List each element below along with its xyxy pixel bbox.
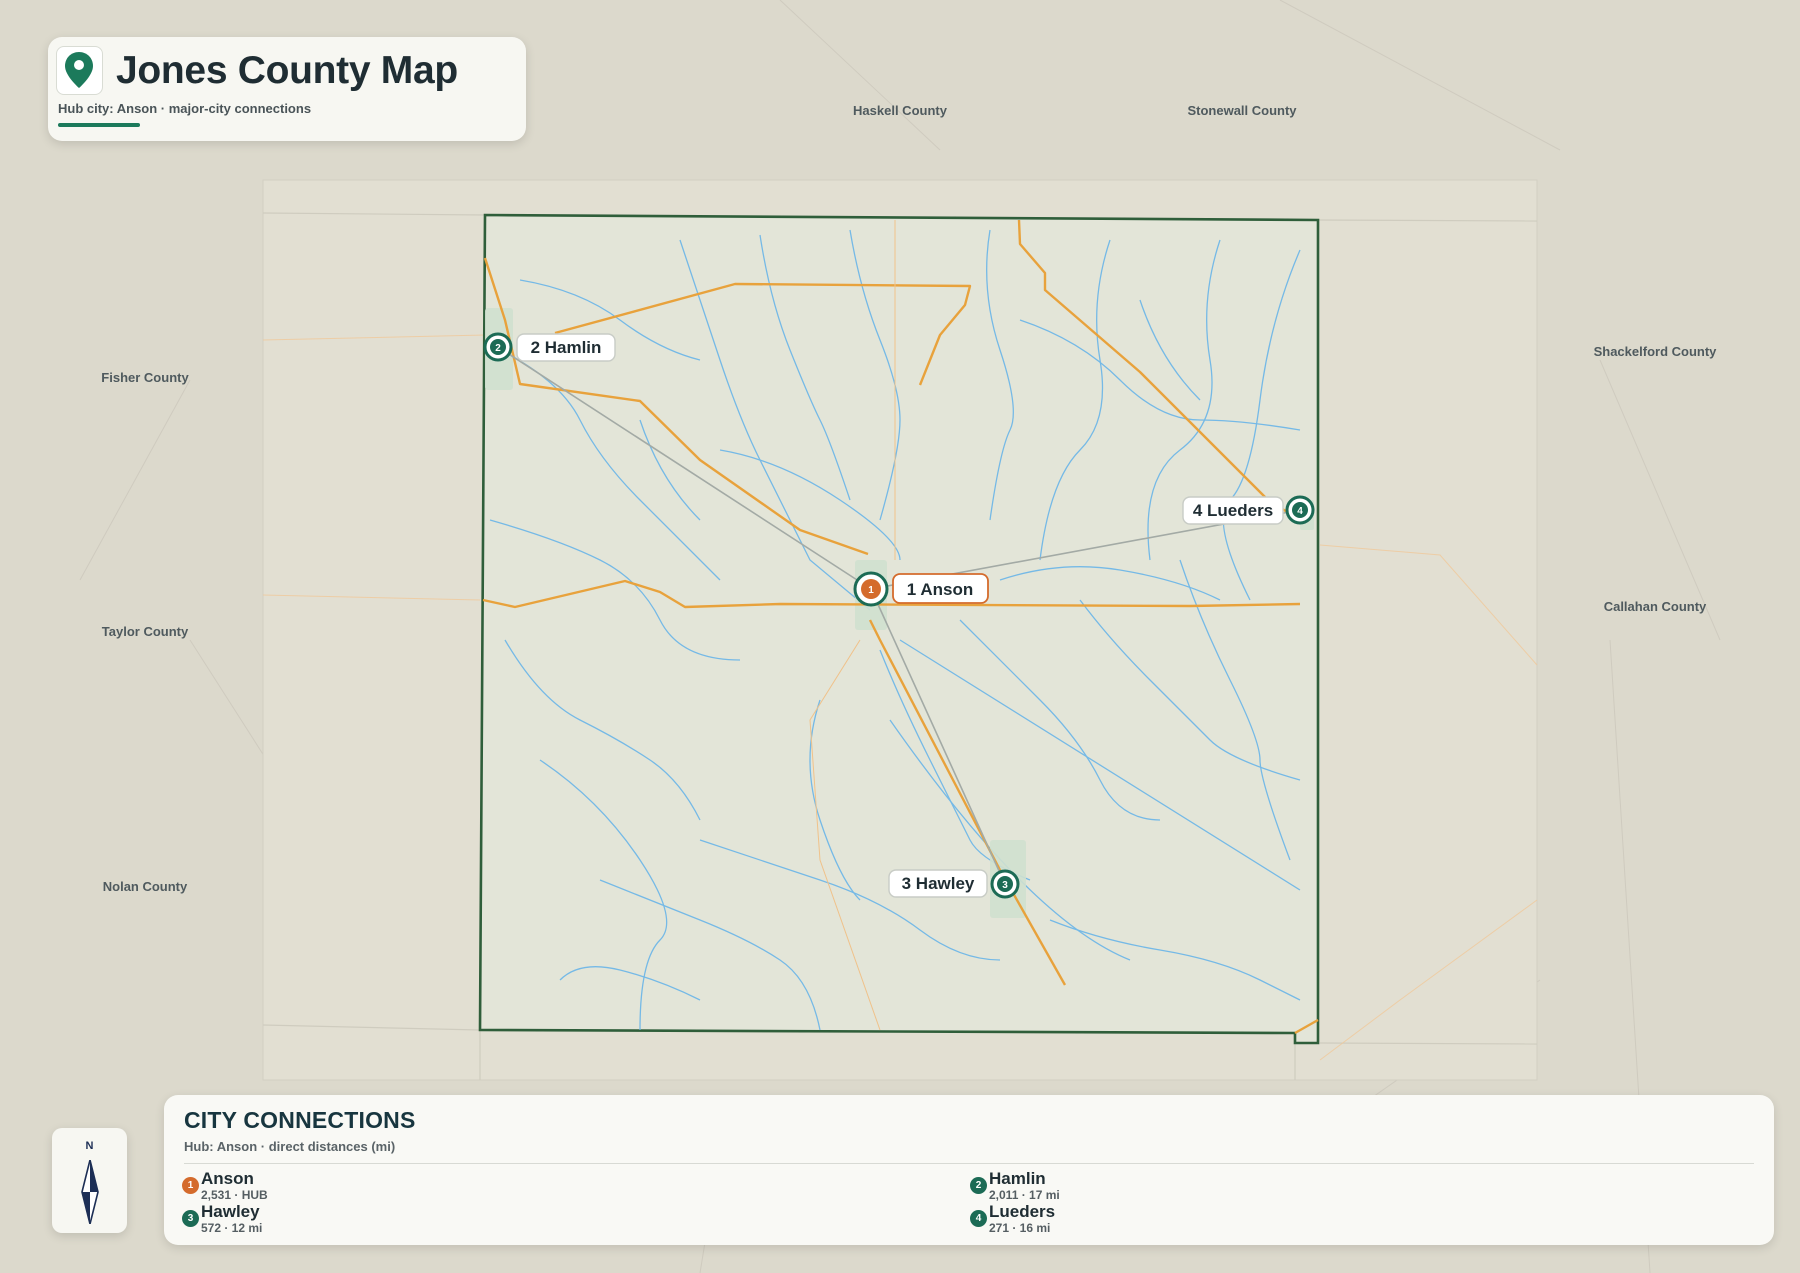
county-label-haskell: Haskell County <box>853 103 948 118</box>
city-rank-badge: 4 <box>970 1210 987 1227</box>
compass-label: N <box>85 1140 94 1152</box>
panel-subtitle: Hub: Anson · direct distances (mi) <box>184 1139 396 1154</box>
city-entry-hamlin[interactable]: 2 Hamlin 2,011 · 17 mi <box>970 1169 1270 1202</box>
city-label-hamlin[interactable]: 2 Hamlin <box>516 333 616 362</box>
city-stat: 271 · 16 mi <box>989 1221 1051 1235</box>
title-card: Jones County Map Hub city: Anson · major… <box>48 37 526 141</box>
city-stat: 2,011 · 17 mi <box>989 1188 1060 1202</box>
city-entry-anson[interactable]: 1 Anson 2,531 · HUB <box>182 1169 482 1202</box>
panel-title: CITY CONNECTIONS <box>184 1107 416 1133</box>
city-marker-hamlin[interactable]: 2 <box>483 332 513 362</box>
county-label-taylor: Taylor County <box>102 624 189 639</box>
city-stat: 2,531 · HUB <box>201 1188 268 1202</box>
county-label-nolan: Nolan County <box>103 879 188 894</box>
city-label-lueders-text: 4 Lueders <box>1193 501 1273 520</box>
svg-text:4: 4 <box>1297 506 1303 517</box>
city-name: Hamlin <box>989 1169 1046 1188</box>
county-label-callahan: Callahan County <box>1604 599 1707 614</box>
city-label-hamlin-text: 2 Hamlin <box>531 338 602 357</box>
city-rank-badge: 2 <box>970 1177 987 1194</box>
city-rank-badge: 1 <box>182 1177 199 1194</box>
compass: N <box>52 1128 127 1233</box>
city-label-anson-text: 1 Anson <box>907 580 973 599</box>
county-label-shackelford: Shackelford County <box>1594 344 1718 359</box>
city-marker-lueders[interactable]: 4 <box>1285 495 1315 525</box>
city-name: Lueders <box>989 1202 1056 1221</box>
county-map[interactable]: Haskell County Stonewall County Fisher C… <box>0 0 1800 1273</box>
city-name: Anson <box>201 1169 254 1188</box>
page-subtitle: Hub city: Anson · major-city connections <box>58 101 312 116</box>
svg-text:2: 2 <box>495 343 501 354</box>
svg-text:1: 1 <box>868 585 874 596</box>
city-marker-hawley[interactable]: 3 <box>990 869 1020 899</box>
city-stat: 572 · 12 mi <box>201 1221 263 1235</box>
map-pin-icon <box>56 46 103 95</box>
city-name: Hawley <box>201 1202 260 1221</box>
svg-text:3: 3 <box>1002 880 1008 891</box>
page-title: Jones County Map <box>116 49 458 92</box>
city-entry-lueders[interactable]: 4 Lueders 271 · 16 mi <box>970 1202 1270 1235</box>
city-label-anson[interactable]: 1 Anson <box>892 573 989 604</box>
county-label-stonewall: Stonewall County <box>1187 103 1297 118</box>
county-label-fisher: Fisher County <box>101 370 189 385</box>
city-rank-badge: 3 <box>182 1210 199 1227</box>
city-label-hawley[interactable]: 3 Hawley <box>888 869 988 898</box>
city-label-lueders[interactable]: 4 Lueders <box>1182 496 1284 525</box>
title-accent-bar <box>58 123 140 127</box>
city-entry-hawley[interactable]: 3 Hawley 572 · 12 mi <box>182 1202 482 1235</box>
north-arrow-icon <box>81 1160 99 1224</box>
panel-divider <box>184 1163 1754 1164</box>
city-connections-panel: CITY CONNECTIONS Hub: Anson · direct dis… <box>164 1095 1774 1245</box>
city-label-hawley-text: 3 Hawley <box>902 874 975 893</box>
city-marker-anson[interactable]: 1 <box>853 571 889 607</box>
